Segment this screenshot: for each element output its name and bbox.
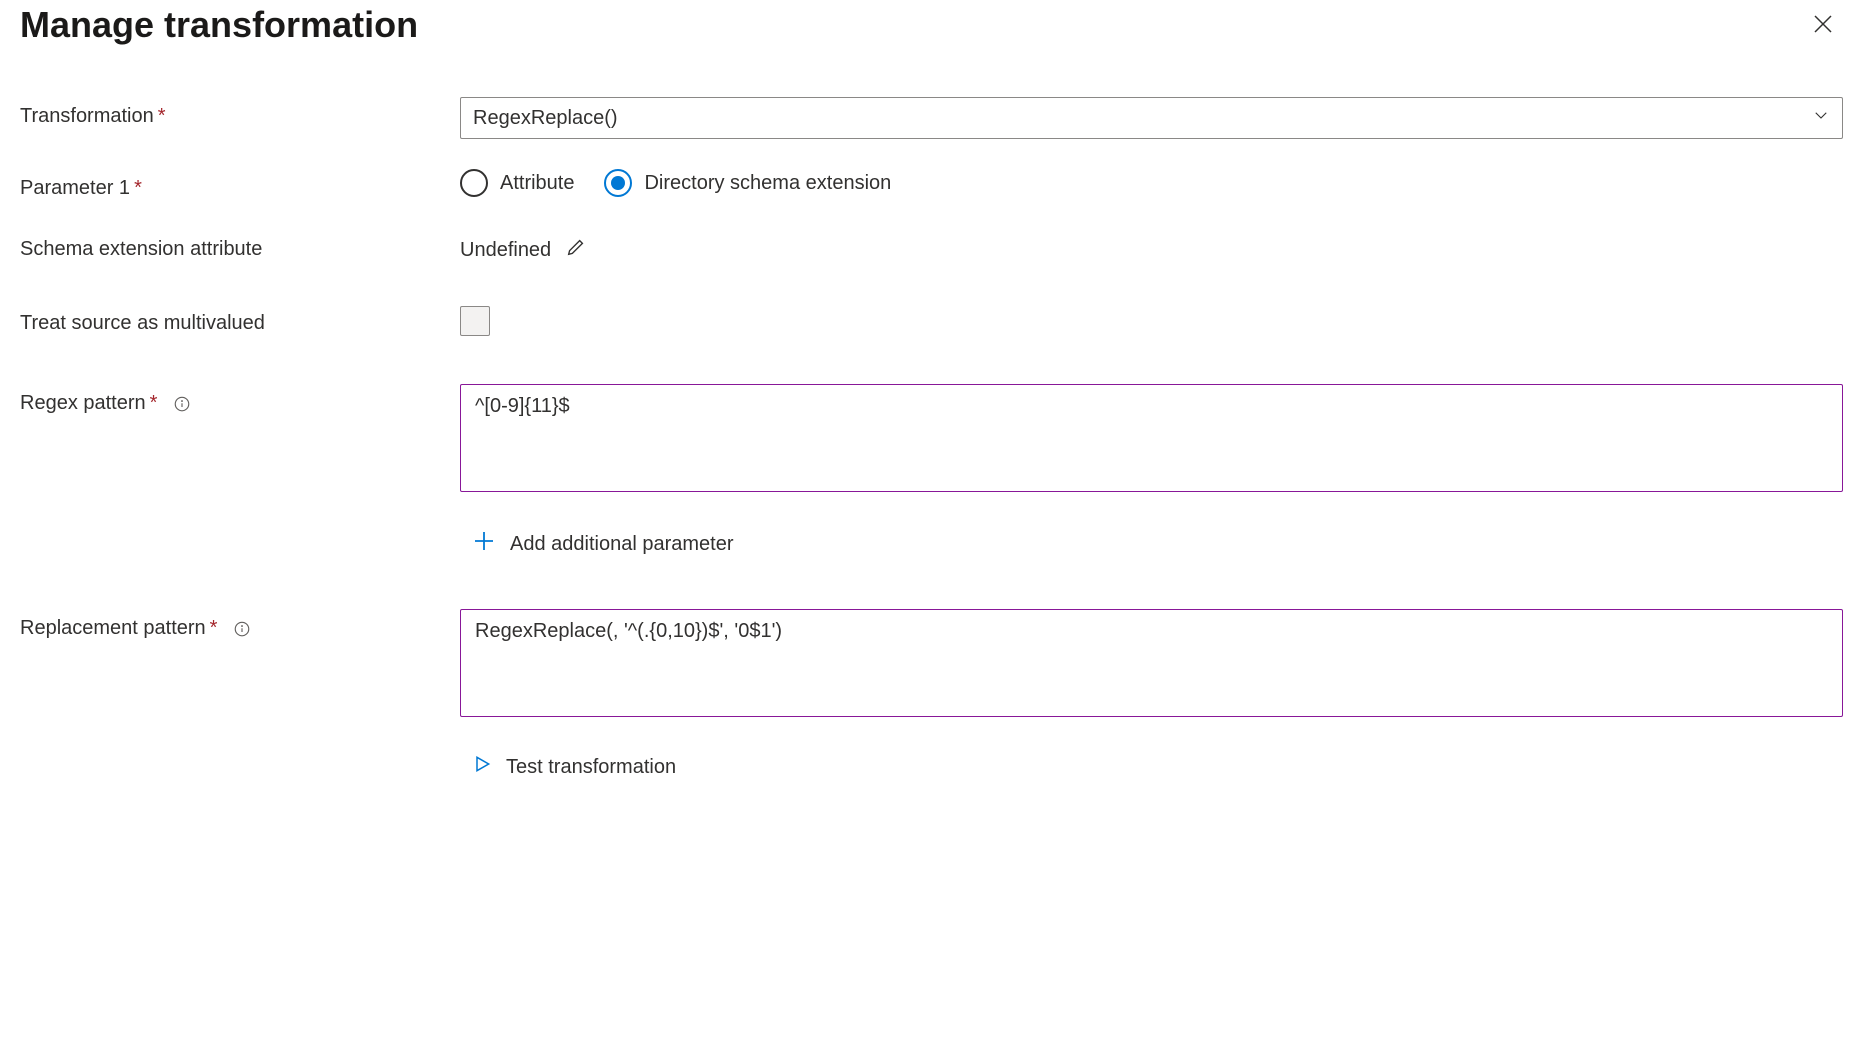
required-asterisk: * xyxy=(134,177,142,199)
plus-icon xyxy=(472,529,496,559)
add-additional-parameter-button[interactable]: Add additional parameter xyxy=(460,529,1843,559)
parameter1-label-text: Parameter 1 xyxy=(20,177,130,199)
multivalued-label: Treat source as multivalued xyxy=(20,304,460,335)
required-asterisk: * xyxy=(210,617,218,639)
edit-icon[interactable] xyxy=(565,236,587,264)
transformation-dropdown[interactable]: RegexReplace() xyxy=(460,97,1843,139)
regex-pattern-input[interactable] xyxy=(460,384,1843,492)
required-asterisk: * xyxy=(158,105,166,127)
replacement-pattern-label-text: Replacement pattern xyxy=(20,617,206,639)
schema-extension-label: Schema extension attribute xyxy=(20,230,460,261)
test-transformation-button[interactable]: Test transformation xyxy=(460,754,1843,780)
radio-attribute[interactable]: Attribute xyxy=(460,169,574,197)
radio-directory-schema-extension[interactable]: Directory schema extension xyxy=(604,169,891,197)
radio-attribute-label: Attribute xyxy=(500,172,574,195)
close-button[interactable] xyxy=(1803,4,1843,47)
schema-extension-value: Undefined xyxy=(460,239,551,262)
test-transformation-label: Test transformation xyxy=(506,756,676,779)
play-icon xyxy=(472,754,492,780)
radio-directory-label: Directory schema extension xyxy=(644,172,891,195)
chevron-down-icon xyxy=(1812,106,1830,130)
transformation-label: Transformation* xyxy=(20,97,460,128)
page-title: Manage transformation xyxy=(20,4,418,46)
replacement-pattern-input[interactable] xyxy=(460,609,1843,717)
add-parameter-label: Add additional parameter xyxy=(510,533,733,556)
info-icon[interactable] xyxy=(173,395,191,413)
regex-pattern-label: Regex pattern* xyxy=(20,384,460,415)
close-icon xyxy=(1811,12,1835,39)
replacement-pattern-label: Replacement pattern* xyxy=(20,609,460,640)
info-icon[interactable] xyxy=(233,620,251,638)
required-asterisk: * xyxy=(150,392,158,414)
radio-circle-icon xyxy=(460,169,488,197)
radio-dot-icon xyxy=(611,176,625,190)
transformation-dropdown-value: RegexReplace() xyxy=(473,107,618,130)
regex-pattern-label-text: Regex pattern xyxy=(20,392,146,414)
multivalued-checkbox[interactable] xyxy=(460,306,490,336)
transformation-label-text: Transformation xyxy=(20,105,154,127)
parameter1-label: Parameter 1* xyxy=(20,169,460,200)
radio-circle-selected-icon xyxy=(604,169,632,197)
